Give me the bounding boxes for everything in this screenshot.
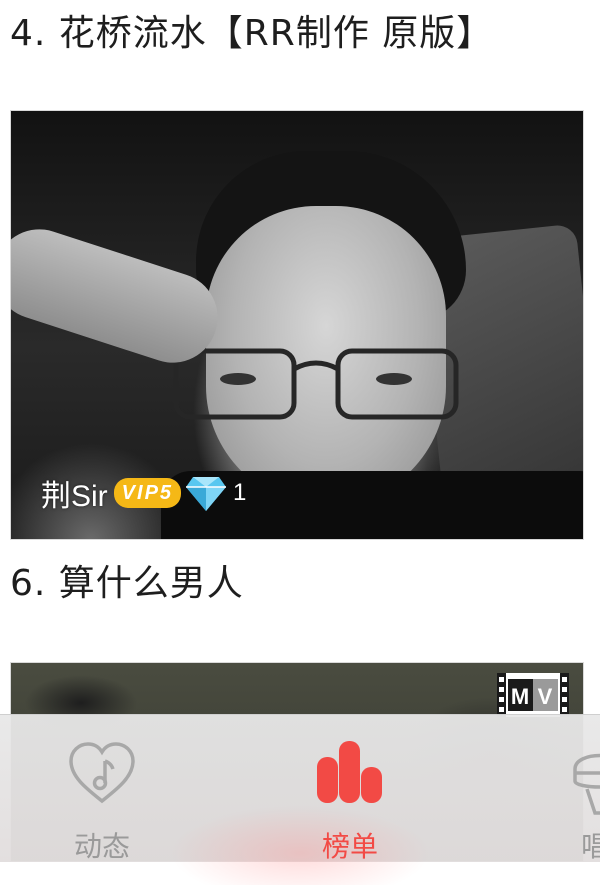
performer-name[interactable]: 荆Sir bbox=[41, 471, 108, 515]
bottom-tab-bar: 动态 榜单 唱 bbox=[0, 714, 600, 885]
microphone-icon bbox=[573, 753, 600, 815]
mv-badge-m: M bbox=[511, 684, 529, 709]
tab-charts[interactable]: 榜单 bbox=[250, 715, 450, 863]
tab-dynamic[interactable]: 动态 bbox=[2, 715, 202, 863]
tab-label: 唱 bbox=[580, 830, 600, 863]
diamond-icon bbox=[186, 477, 227, 511]
heart-music-icon bbox=[69, 742, 135, 804]
song-title[interactable]: 6. 算什么男人 bbox=[10, 562, 244, 606]
song-title[interactable]: 4. 花桥流水【RR制作 原版】 bbox=[10, 12, 493, 56]
bar-chart-icon bbox=[317, 741, 382, 803]
tab-sing[interactable]: 唱 bbox=[470, 715, 600, 863]
diamond-count: 1 bbox=[233, 479, 247, 506]
tab-label: 动态 bbox=[73, 830, 130, 863]
performance-thumbnail[interactable]: 荆Sir VIP5 1 bbox=[10, 110, 584, 540]
performer-badge[interactable]: 荆Sir VIP5 1 bbox=[41, 473, 246, 513]
mv-badge-v: V bbox=[538, 684, 553, 709]
glasses-shape bbox=[173, 348, 459, 420]
mv-icon: M V bbox=[497, 673, 569, 717]
vip-badge: VIP5 bbox=[113, 478, 182, 508]
tab-label: 榜单 bbox=[321, 830, 378, 863]
